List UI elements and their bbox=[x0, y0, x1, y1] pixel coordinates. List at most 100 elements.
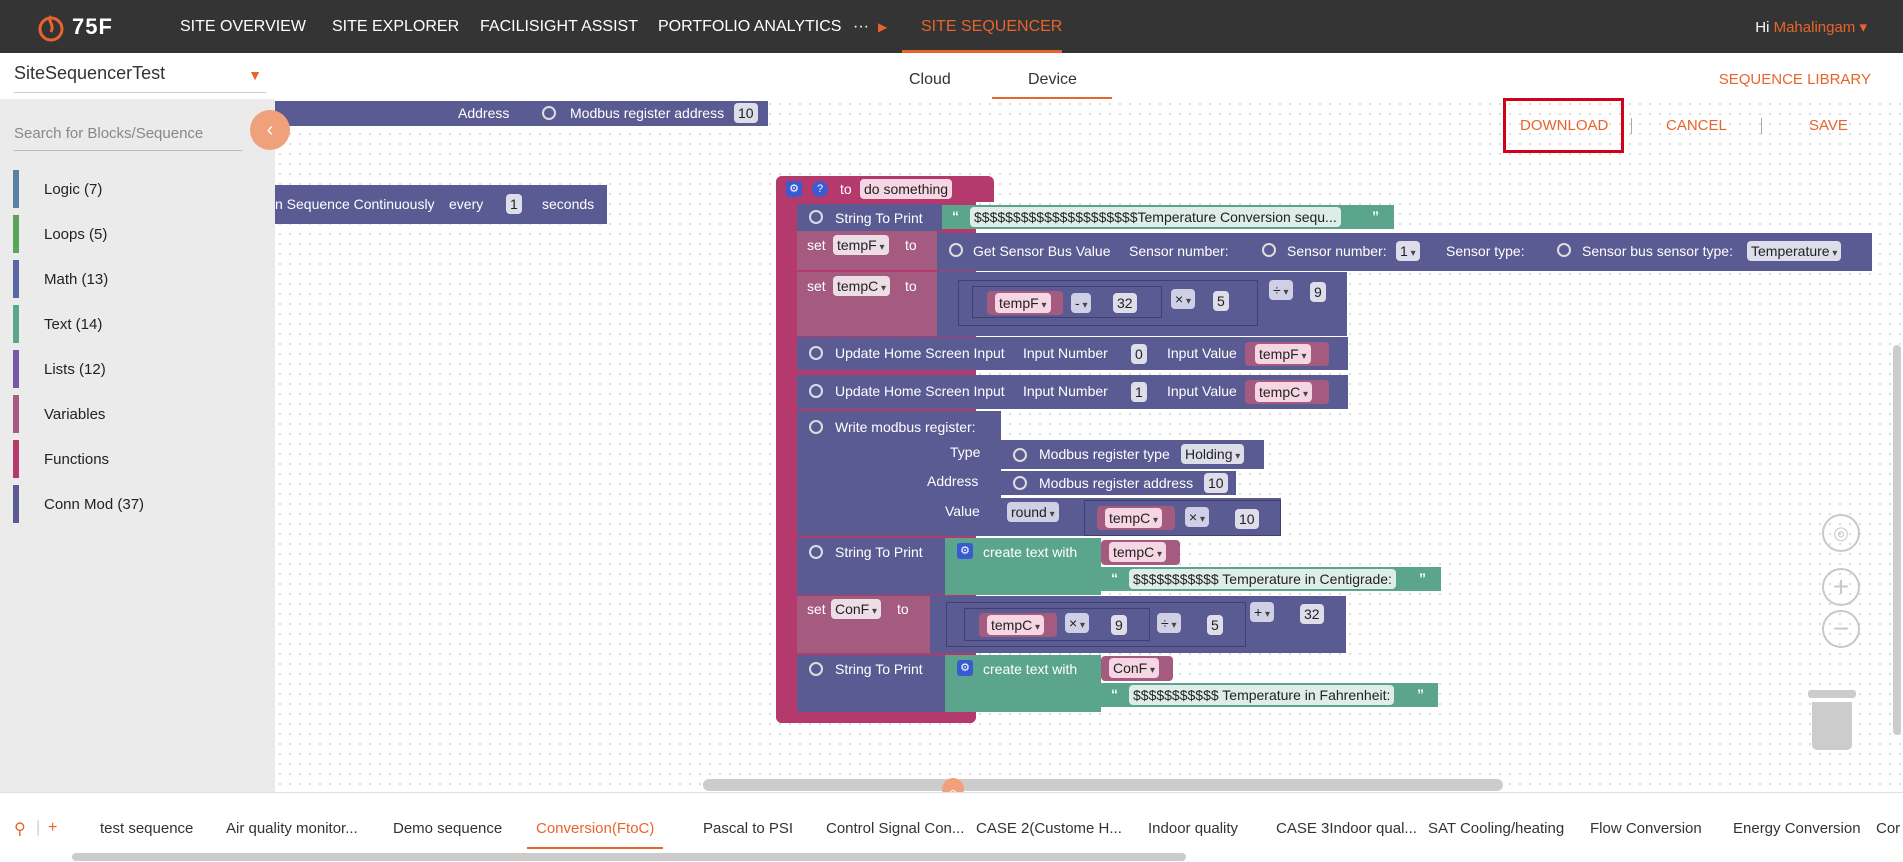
math-multiply-block[interactable]: tempC × 9 bbox=[964, 608, 1150, 641]
num-5-field[interactable]: 5 bbox=[1207, 615, 1223, 635]
num-32-field[interactable]: 32 bbox=[1113, 293, 1137, 313]
nav-site-overview[interactable]: SITE OVERVIEW bbox=[180, 18, 306, 36]
num-9-field[interactable]: 9 bbox=[1310, 282, 1326, 302]
string-to-print-block[interactable]: String To Print bbox=[797, 655, 945, 712]
logo[interactable]: 75F bbox=[36, 10, 113, 44]
function-header[interactable]: ⚙ ? to do something bbox=[776, 176, 994, 202]
text-block[interactable]: “ $$$$$$$$$$$ Temperature in Centigrade:… bbox=[1101, 567, 1441, 591]
tempC-variable-field[interactable]: tempC bbox=[1109, 542, 1167, 562]
ConF-getter[interactable]: ConF bbox=[1101, 656, 1173, 681]
string-to-print-block[interactable]: String To Print bbox=[797, 538, 945, 595]
category-item[interactable]: Math (13) bbox=[13, 260, 263, 298]
string-to-print-block[interactable]: String To Print bbox=[797, 204, 942, 231]
op-plus-field[interactable]: + bbox=[1250, 602, 1274, 622]
vertical-scrollbar[interactable] bbox=[1893, 345, 1901, 735]
update-home-screen-block-1[interactable]: Update Home Screen Input Input Number 1 … bbox=[797, 375, 1348, 409]
nav-more-menu[interactable]: ··· bbox=[853, 18, 869, 36]
settings-gear-icon[interactable]: ⚙ bbox=[786, 181, 802, 197]
settings-gear-icon[interactable]: ⚙ bbox=[957, 543, 973, 559]
seq-tab[interactable]: Pascal to PSI bbox=[703, 820, 793, 837]
add-icon[interactable]: + bbox=[48, 819, 57, 837]
site-selector[interactable]: SiteSequencerTest ▼ bbox=[14, 63, 266, 93]
tempC-variable-field[interactable]: tempC bbox=[833, 276, 891, 296]
tempC-variable-field[interactable]: tempC bbox=[1105, 508, 1163, 528]
category-item[interactable]: Variables bbox=[13, 395, 263, 433]
settings-gear-icon[interactable]: ⚙ bbox=[957, 660, 973, 676]
user-greeting[interactable]: Hi Mahalingam ▾ bbox=[1755, 18, 1867, 36]
nav-portfolio-analytics[interactable]: PORTFOLIO ANALYTICS bbox=[658, 18, 841, 36]
op-minus-field[interactable]: - bbox=[1071, 293, 1092, 313]
category-item[interactable]: Functions bbox=[13, 440, 263, 478]
category-item[interactable]: Conn Mod (37) bbox=[13, 485, 263, 523]
sequence-library-link[interactable]: SEQUENCE LIBRARY bbox=[1719, 71, 1871, 88]
tab-device[interactable]: Device bbox=[1028, 71, 1077, 89]
num-32-field[interactable]: 32 bbox=[1300, 604, 1324, 624]
zoom-in-icon[interactable]: + bbox=[1822, 568, 1860, 606]
seq-tab[interactable]: Control Signal Con... bbox=[826, 820, 964, 837]
function-name-field[interactable]: do something bbox=[860, 179, 953, 199]
write-modbus-block[interactable]: Write modbus register: Type Address Valu… bbox=[797, 411, 1001, 536]
tempC-getter[interactable]: tempC bbox=[1097, 506, 1175, 530]
round-field[interactable]: round bbox=[1007, 502, 1059, 522]
sensor-type-field[interactable]: Temperature bbox=[1747, 241, 1842, 261]
op-times-field[interactable]: × bbox=[1171, 289, 1195, 309]
tempC-variable-field[interactable]: tempC bbox=[987, 615, 1045, 635]
input-number-field[interactable]: 1 bbox=[1131, 382, 1147, 402]
input-number-field[interactable]: 0 bbox=[1131, 344, 1147, 364]
create-text-block[interactable]: ⚙ create text with bbox=[945, 655, 1101, 712]
nav-arrow-icon[interactable]: ▶ bbox=[878, 20, 887, 34]
horizontal-scrollbar[interactable] bbox=[703, 779, 1503, 791]
collapse-sidebar-button[interactable]: ‹ bbox=[250, 110, 290, 150]
op-times-field[interactable]: × bbox=[1065, 613, 1089, 633]
recenter-icon[interactable]: ◎ bbox=[1822, 514, 1860, 552]
category-item[interactable]: Text (14) bbox=[13, 305, 263, 343]
nav-facilisight-assist[interactable]: FACILISIGHT ASSIST bbox=[480, 18, 638, 36]
seq-tab[interactable]: SAT Cooling/heating bbox=[1428, 820, 1564, 837]
tab-cloud[interactable]: Cloud bbox=[909, 71, 951, 89]
ConF-variable-field[interactable]: ConF bbox=[831, 599, 882, 619]
seq-tab[interactable]: CASE 2(Custome H... bbox=[976, 820, 1122, 837]
sensor-number-field[interactable]: 1 bbox=[1396, 241, 1420, 261]
nav-site-explorer[interactable]: SITE EXPLORER bbox=[332, 18, 459, 36]
modbus-address-block[interactable]: Modbus register address 10 bbox=[1001, 471, 1236, 495]
seq-tab[interactable]: Demo sequence bbox=[393, 820, 502, 837]
seq-tab[interactable]: test sequence bbox=[100, 820, 193, 837]
tempF-variable-field[interactable]: tempF bbox=[1255, 344, 1311, 364]
tempC-getter[interactable]: tempC bbox=[1245, 380, 1329, 404]
set-tempF-block[interactable]: set tempF to bbox=[797, 231, 937, 270]
create-text-block[interactable]: ⚙ create text with bbox=[945, 538, 1101, 595]
tempF-getter[interactable]: tempF bbox=[1245, 342, 1329, 366]
nav-site-sequencer[interactable]: SITE SEQUENCER bbox=[921, 18, 1062, 36]
print-text-field[interactable]: $$$$$$$$$$$$$$$$$$$$$Temperature Convers… bbox=[970, 207, 1341, 227]
modbus-address-field[interactable]: 10 bbox=[1204, 473, 1228, 493]
math-minus-block[interactable]: tempF - 32 bbox=[972, 286, 1162, 318]
save-button[interactable]: SAVE bbox=[1809, 117, 1848, 134]
category-item[interactable]: Loops (5) bbox=[13, 215, 263, 253]
category-item[interactable]: Lists (12) bbox=[13, 350, 263, 388]
modbus-type-block[interactable]: Modbus register type Holding bbox=[1001, 440, 1264, 469]
text-block[interactable]: “ $$$$$$$$$$$ Temperature in Fahrenheit:… bbox=[1101, 683, 1438, 707]
run-sequence-block[interactable]: n Sequence Continuously every 1 seconds bbox=[275, 185, 607, 224]
tabs-scrollbar[interactable] bbox=[72, 853, 1186, 861]
interval-field[interactable]: 1 bbox=[506, 194, 522, 214]
op-times-field[interactable]: × bbox=[1185, 507, 1209, 527]
num-9-field[interactable]: 9 bbox=[1111, 615, 1127, 635]
seq-tab-active[interactable]: Conversion(FtoC) bbox=[536, 820, 654, 837]
seq-tab[interactable]: Energy Conversion bbox=[1733, 820, 1861, 837]
num-10-field[interactable]: 10 bbox=[1235, 509, 1259, 529]
tempC-getter[interactable]: tempC bbox=[979, 613, 1057, 637]
ConF-variable-field[interactable]: ConF bbox=[1109, 658, 1160, 678]
zoom-out-icon[interactable]: − bbox=[1822, 610, 1860, 648]
centigrade-text-field[interactable]: $$$$$$$$$$$ Temperature in Centigrade: bbox=[1129, 569, 1396, 589]
seq-tab[interactable]: Air quality monitor... bbox=[226, 820, 358, 837]
address-block-partial[interactable]: Address Modbus register address 10 bbox=[275, 101, 768, 126]
help-icon[interactable]: ? bbox=[812, 181, 828, 197]
op-div-field[interactable]: ÷ bbox=[1269, 280, 1293, 300]
text-block[interactable]: “ $$$$$$$$$$$$$$$$$$$$$Temperature Conve… bbox=[942, 205, 1394, 229]
update-home-screen-block-0[interactable]: Update Home Screen Input Input Number 0 … bbox=[797, 337, 1348, 370]
search-icon[interactable]: ⚲ bbox=[14, 819, 26, 839]
tempF-variable-field[interactable]: tempF bbox=[995, 293, 1051, 313]
seq-tab[interactable]: Flow Conversion bbox=[1590, 820, 1702, 837]
category-item[interactable]: Logic (7) bbox=[13, 170, 263, 208]
tempF-variable-field[interactable]: tempF bbox=[833, 235, 889, 255]
